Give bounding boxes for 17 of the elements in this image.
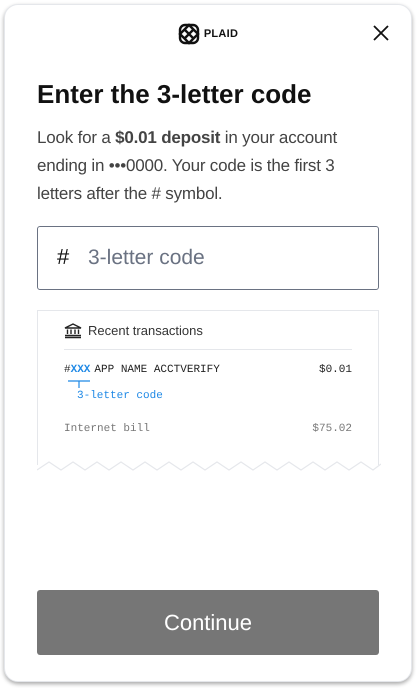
transaction-name: Internet bill [64, 422, 150, 436]
logo-icon [178, 23, 200, 45]
bracket-drawing [68, 380, 90, 388]
instructions: Look for a $0.01 deposit in your account ending in •••0000. Your code is the first 3 letters after the # symbol. [37, 127, 338, 205]
hash-label: # [57, 243, 70, 271]
transaction-amount: $75.02 [312, 422, 352, 436]
close-icon [372, 24, 390, 42]
bank-icon [64, 322, 82, 339]
code-annotation: 3-letter code [77, 389, 164, 404]
transaction-amount: $0.01 [318, 362, 352, 378]
code-highlight: XXX [70, 362, 90, 378]
hash-sign: # [64, 362, 71, 378]
receipt-title: Recent transactions [88, 322, 203, 340]
close-button[interactable] [371, 23, 391, 43]
brand-name: PLAID [204, 26, 238, 42]
page-title: Enter the 3-letter code [37, 78, 313, 111]
transaction-name: APP NAME ACCTVERIFY [94, 362, 220, 378]
